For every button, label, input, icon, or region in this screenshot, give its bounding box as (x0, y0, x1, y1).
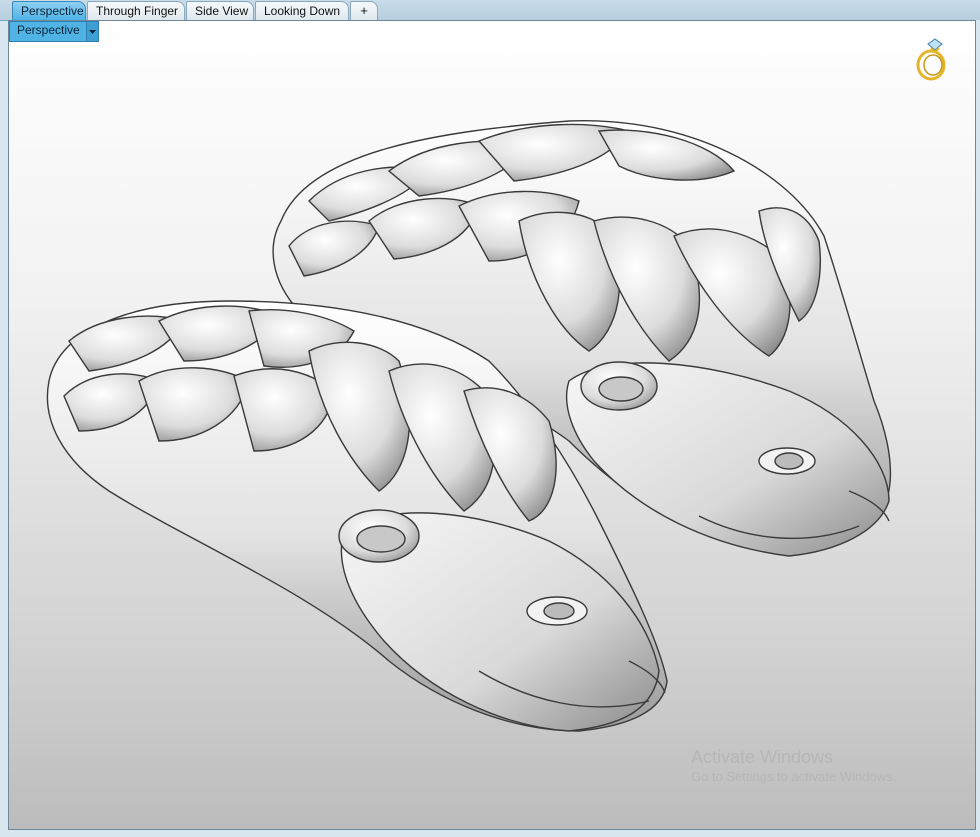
chevron-down-icon[interactable] (85, 22, 98, 41)
plus-icon: + (360, 3, 368, 18)
window-frame-right (976, 20, 980, 837)
view-tab-bar: Perspective Through Finger Side View Loo… (0, 0, 980, 21)
tab-looking-down[interactable]: Looking Down (255, 1, 349, 20)
watermark-title: Activate Windows (691, 747, 834, 767)
window-frame-bottom (0, 830, 980, 837)
add-tab-button[interactable]: + (350, 1, 378, 20)
activate-windows-watermark: Activate Windows Go to Settings to activ… (691, 746, 896, 786)
viewport-view-selector[interactable]: Perspective (9, 21, 99, 42)
tab-through-finger[interactable]: Through Finger (87, 1, 185, 20)
tab-perspective[interactable]: Perspective (12, 1, 86, 20)
viewport-view-label: Perspective (17, 23, 80, 37)
ring-model-render (46, 120, 892, 732)
watermark-subtitle: Go to Settings to activate Windows. (691, 769, 897, 784)
tab-side-view[interactable]: Side View (186, 1, 254, 20)
ring-icon[interactable] (913, 35, 953, 81)
3d-viewport[interactable]: Perspective Activate Windows Go to Setti… (8, 20, 976, 830)
